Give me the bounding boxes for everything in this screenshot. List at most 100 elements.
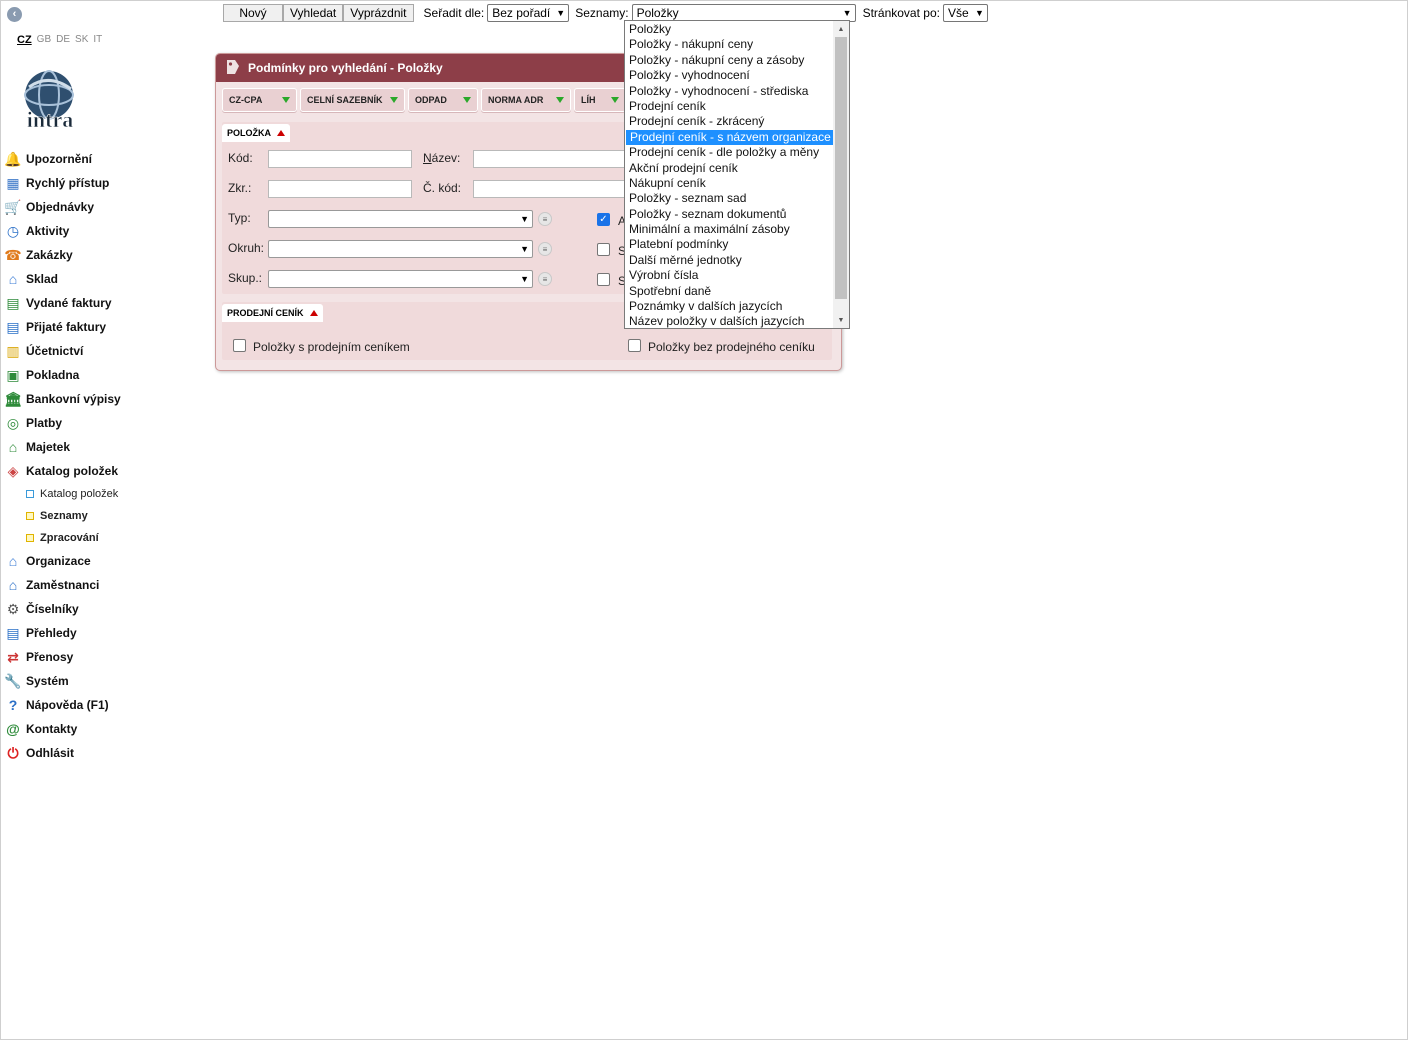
sidebar-item-9[interactable]: ▣ Pokladna [4,363,204,387]
area-list-button[interactable]: ≡ [538,242,552,256]
sidebar-item-8[interactable]: ⏻ Odhlásit [4,741,204,765]
dropdown-option[interactable]: Položky - seznam dokumentů [625,207,834,222]
dropdown-option[interactable]: Akční prodejní ceník [625,161,834,176]
sidebar-item-11[interactable]: ◎ Platby [4,411,204,435]
tag-icon: ◈ [7,462,19,479]
without-price-list-checkbox[interactable] [628,339,641,352]
dropdown-option[interactable]: Položky - vyhodnocení [625,68,834,83]
dropdown-option[interactable]: Další měrné jednotky [625,253,834,268]
sidebar-subitem-2[interactable]: Zpracování [4,527,204,549]
sidebar-item-6[interactable]: ▤ Vydané faktury [4,291,204,315]
tab-cz-cpa[interactable]: CZ-CPA [222,88,297,112]
sidebar-item-3[interactable]: ▤ Přehledy [4,621,204,645]
scroll-up-icon[interactable]: ▲ [833,22,849,36]
sort-select[interactable]: Bez pořadí ▼ [487,4,570,22]
dropdown-option[interactable]: Prodejní ceník - s názvem organizace [626,129,834,146]
sidebar-item-6[interactable]: ? Nápověda (F1) [4,693,204,717]
tab-norma-adr[interactable]: NORMA ADR [481,88,571,112]
tab-odpad[interactable]: ODPAD [408,88,478,112]
dropdown-option[interactable]: Prodejní ceník - zkrácený [625,114,834,129]
group-select[interactable]: ▼ [268,270,533,288]
sidebar-item-10[interactable]: 🏛 Bankovní výpisy [4,387,204,411]
option-checkbox-2[interactable] [597,243,610,256]
dropdown-option[interactable]: Položky - vyhodnocení - střediska [625,84,834,99]
search-button[interactable]: Vyhledat [283,4,344,22]
wrench-icon: 🔧 [4,672,22,689]
sidebar-subitem-1[interactable]: Seznamy [4,505,204,527]
tab-lih[interactable]: LÍH [574,88,626,112]
sidebar-item-2[interactable]: ⚙ Číselníky [4,597,204,621]
sidebar-subitem-label: Seznamy [40,510,88,522]
sidebar-item-1[interactable]: ⌂ Zaměstnanci [4,573,204,597]
dropdown-option[interactable]: Položky - nákupní ceny [625,37,834,52]
sidebar-item-2[interactable]: 🛒 Objednávky [4,195,204,219]
sidebar-item-5[interactable]: ⌂ Sklad [4,267,204,291]
lang-sk[interactable]: SK [75,34,88,46]
dropdown-option[interactable]: Prodejní ceník [625,99,834,114]
code-input[interactable] [268,150,412,168]
dropdown-option[interactable]: Položky [625,22,834,37]
active-checkbox[interactable]: ✓ [597,213,610,226]
sidebar-item-4[interactable]: ☎ Zakázky [4,243,204,267]
type-list-button[interactable]: ≡ [538,212,552,226]
area-select[interactable]: ▼ [268,240,533,258]
dropdown-scrollbar[interactable]: ▲ ▼ [833,21,849,328]
clock-icon: ◷ [6,222,20,239]
group-list-button[interactable]: ≡ [538,272,552,286]
dropdown-option[interactable]: Položky - nákupní ceny a zásoby [625,53,834,68]
item-section-tab[interactable]: POLOŽKA [222,124,290,142]
sidebar-item-1[interactable]: ▦ Rychlý přístup [4,171,204,195]
sidebar-item-5[interactable]: 🔧 Systém [4,669,204,693]
sidebar-item-12[interactable]: ⌂ Majetek [4,435,204,459]
sidebar-item-8[interactable]: ▥ Účetnictví [4,339,204,363]
clear-button[interactable]: Vyprázdnit [343,4,414,22]
price-list-section-tab[interactable]: PRODEJNÍ CENÍK [222,304,323,322]
sidebar-item-13[interactable]: ◈ Katalog položek [4,459,204,483]
sidebar-item-label: Číselníky [26,602,79,616]
with-price-list-checkbox[interactable] [233,339,246,352]
new-button[interactable]: Nový [223,4,283,22]
payment-icon: ◎ [6,414,20,431]
sidebar-item-7[interactable]: @ Kontakty [4,717,204,741]
invoice-out-icon: ▤ [6,294,20,311]
sidebar-item-label: Rychlý přístup [26,176,110,190]
sidebar-item-7[interactable]: ▤ Přijaté faktury [4,315,204,339]
lang-cz[interactable]: CZ [17,34,32,46]
tab-label: CELNÍ SAZEBNÍK [307,95,383,105]
sidebar-item-0[interactable]: ⌂ Organizace [4,549,204,573]
sidebar-subitem-0[interactable]: Katalog položek [4,483,204,505]
report-icon: ▤ [6,624,20,641]
dropdown-option[interactable]: Nákupní ceník [625,176,834,191]
dropdown-option[interactable]: Výrobní čísla [625,268,834,283]
dropdown-option[interactable]: Spotřební daně [625,284,834,299]
lang-gb[interactable]: GB [37,34,51,46]
option-checkbox-3[interactable] [597,273,610,286]
dropdown-option[interactable]: Položky - seznam sad [625,191,834,206]
folder-icon [26,512,34,520]
lang-it[interactable]: IT [93,34,102,46]
lists-label: Seznamy: [575,6,629,20]
dropdown-option[interactable]: Minimální a maximální zásoby [625,222,834,237]
sidebar-item-4[interactable]: ⇄ Přenosy [4,645,204,669]
type-label: Typ: [228,211,251,225]
sidebar-item-0[interactable]: 🔔 Upozornění [4,147,204,171]
dropdown-option[interactable]: Prodejní ceník - dle položky a měny [625,145,834,160]
type-select[interactable]: ▼ [268,210,533,228]
abbr-label: Zkr.: [228,181,252,195]
dropdown-option[interactable]: Poznámky v dalších jazycích [625,299,834,314]
abbr-input[interactable] [268,180,412,198]
chevron-down-icon: ▼ [842,8,852,18]
number-code-input[interactable] [473,180,633,198]
name-input[interactable] [473,150,633,168]
scroll-down-icon[interactable]: ▼ [833,313,849,327]
sidebar-subitem-label: Zpracování [40,532,99,544]
tab-celni-sazebnik[interactable]: CELNÍ SAZEBNÍK [300,88,405,112]
paging-select[interactable]: Vše ▼ [942,4,988,22]
lang-de[interactable]: DE [56,34,70,46]
collapse-sidebar-button[interactable]: ‹ [7,7,22,22]
dropdown-option[interactable]: Název položky v dalších jazycích [625,314,834,328]
sidebar-item-3[interactable]: ◷ Aktivity [4,219,204,243]
triangle-down-icon [611,97,619,103]
scrollbar-thumb[interactable] [835,37,847,299]
dropdown-option[interactable]: Platební podmínky [625,237,834,252]
